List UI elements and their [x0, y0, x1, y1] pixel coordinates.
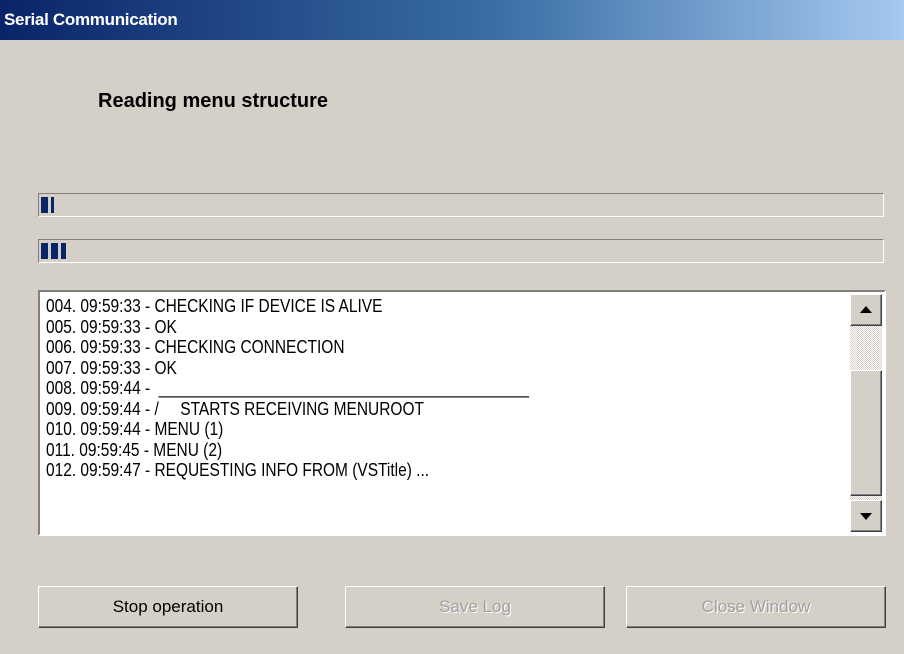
log-line: 012. 09:59:47 - REQUESTING INFO FROM (VS… — [46, 460, 430, 480]
scroll-down-button[interactable] — [850, 500, 882, 532]
log-line: 010. 09:59:44 - MENU (1) — [46, 419, 224, 439]
window-title: Serial Communication — [4, 10, 178, 29]
log-line: 009. 09:59:44 - / STARTS RECEIVING MENUR… — [46, 398, 424, 419]
arrow-up-icon — [860, 306, 872, 313]
title-bar[interactable]: Serial Communication — [0, 0, 904, 40]
primary-progress-fill — [41, 197, 54, 213]
arrow-down-icon — [860, 513, 872, 520]
log-line: 011. 09:59:45 - MENU (2) — [46, 439, 223, 460]
secondary-progress-bar — [38, 239, 884, 263]
close-window-button[interactable]: Close Window — [626, 586, 886, 628]
log-line: 008. 09:59:44 - ________________________… — [46, 378, 529, 398]
scroll-thumb[interactable] — [850, 370, 882, 496]
log-line: 004. 09:59:33 - CHECKING IF DEVICE IS AL… — [46, 296, 383, 316]
log-line: 005. 09:59:33 - OK — [46, 316, 177, 337]
status-heading: Reading menu structure — [98, 90, 329, 112]
log-line: 006. 09:59:33 - CHECKING CONNECTION — [46, 337, 345, 357]
stop-operation-button[interactable]: Stop operation — [38, 586, 298, 628]
log-scrollbar[interactable] — [850, 294, 882, 532]
log-listbox[interactable]: 004. 09:59:33 - CHECKING IF DEVICE IS AL… — [38, 290, 886, 536]
scroll-up-button[interactable] — [850, 294, 882, 326]
save-log-button[interactable]: Save Log — [345, 586, 605, 628]
log-lines: 004. 09:59:33 - CHECKING IF DEVICE IS AL… — [46, 296, 734, 481]
secondary-progress-fill — [41, 243, 67, 259]
primary-progress-bar — [38, 193, 884, 217]
log-line: 007. 09:59:33 - OK — [46, 357, 177, 378]
